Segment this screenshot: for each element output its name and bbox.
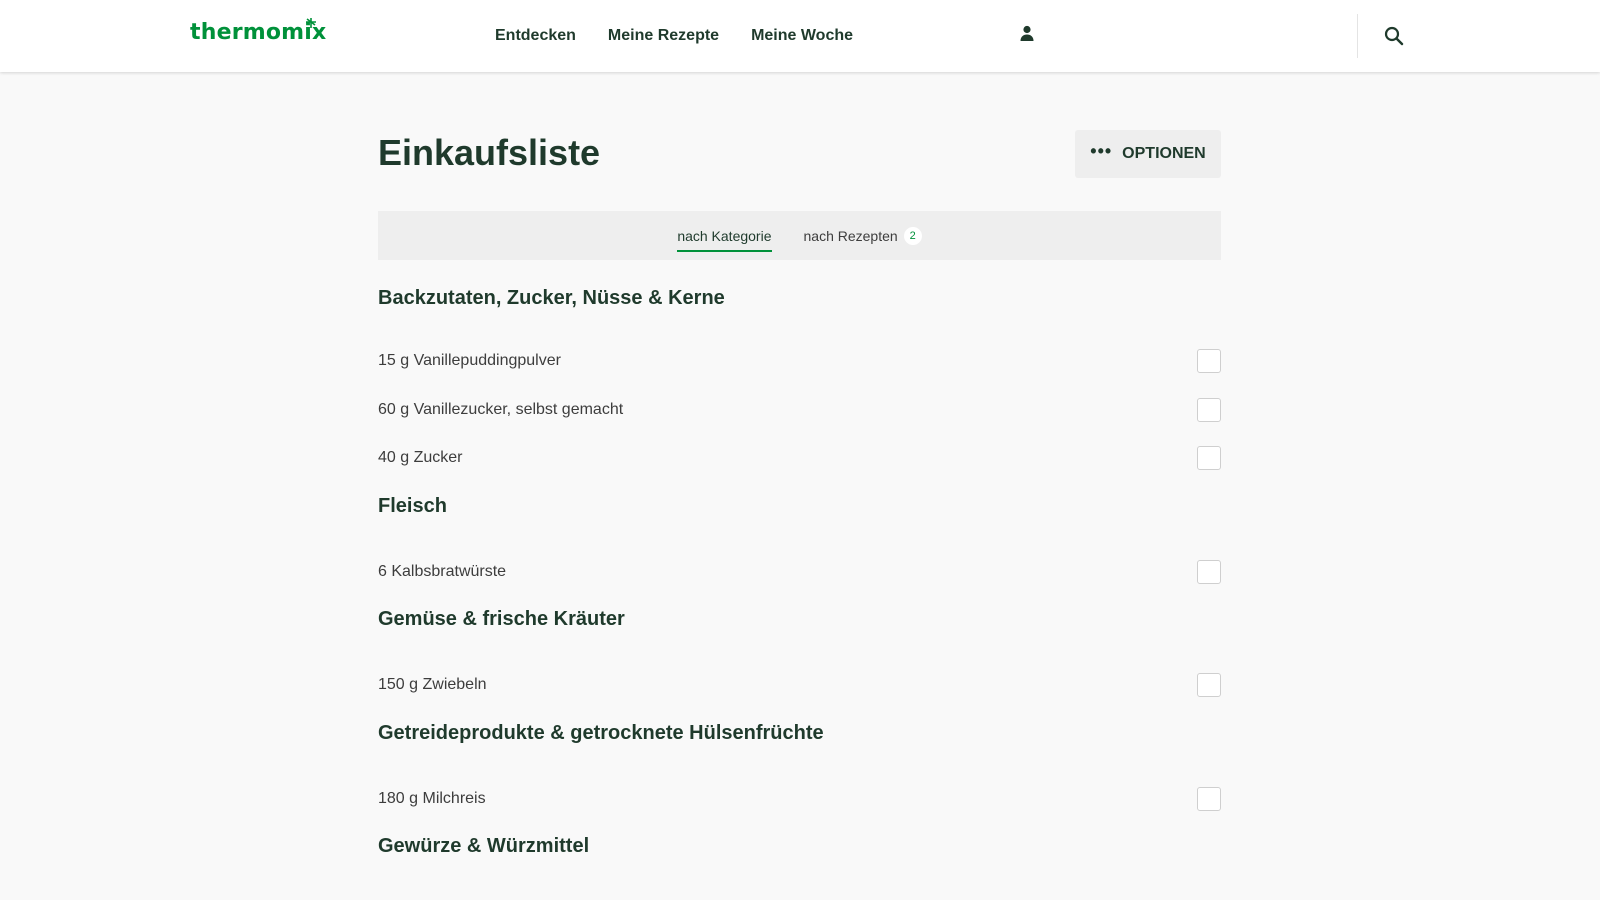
item-text: 60 g Vanillezucker, selbst gemacht — [378, 400, 624, 418]
list-item: 15 g Vanillepuddingpulver — [378, 337, 1221, 386]
nav-item-meine-woche[interactable]: Meine Woche — [751, 27, 853, 45]
tab-label: nach Rezepten — [803, 227, 898, 244]
header-divider — [1357, 14, 1358, 58]
view-tabs: nach Kategorie nach Rezepten 2 — [378, 211, 1221, 260]
recipe-count-badge: 2 — [903, 226, 922, 245]
list-item: 40 g Zucker — [378, 434, 1221, 483]
nav-item-entdecken[interactable]: Entdecken — [495, 27, 576, 45]
category-title: Getreideprodukte & getrocknete Hülsenfrü… — [378, 721, 824, 744]
category-title: Backzutaten, Zucker, Nüsse & Kerne — [378, 287, 725, 309]
list-item: 6 Kalbsbratwürste — [378, 548, 1221, 597]
more-dots-icon: ••• — [1090, 141, 1113, 161]
item-checkbox[interactable] — [1197, 349, 1221, 374]
tab-nach-kategorie[interactable]: nach Kategorie — [677, 222, 772, 252]
nav-item-meine-rezepte[interactable]: Meine Rezepte — [608, 27, 719, 45]
tab-nach-rezepten[interactable]: nach Rezepten 2 — [804, 221, 922, 251]
category-title: Fleisch — [378, 494, 447, 517]
item-text: 6 Kalbsbratwürste — [378, 562, 507, 580]
item-checkbox[interactable] — [1197, 673, 1221, 698]
options-button[interactable]: ••• OPTIONEN — [1075, 130, 1221, 178]
logo-sprig-icon — [306, 18, 316, 28]
list-item: 180 g Milchreis — [378, 775, 1221, 824]
main-nav: Entdecken Meine Rezepte Meine Woche — [495, 0, 853, 72]
category-title: Gemüse & frische Kräuter — [378, 608, 625, 630]
item-text: 150 g Zwiebeln — [378, 676, 487, 694]
list-item: 150 g Zwiebeln — [378, 661, 1221, 710]
shopping-list: Backzutaten, Zucker, Nüsse & Kerne 15 g … — [378, 260, 1221, 888]
user-icon[interactable] — [1015, 22, 1039, 46]
category-group: Gemüse & frische Kräuter 150 g Zwiebeln — [378, 596, 1221, 710]
tab-label: nach Kategorie — [677, 227, 772, 244]
search-icon[interactable] — [1382, 24, 1406, 48]
top-navigation-bar: thermomix Entdecken Meine Rezepte Meine … — [0, 0, 1600, 72]
options-label: OPTIONEN — [1122, 145, 1206, 162]
list-item: 60 g Vanillezucker, selbst gemacht — [378, 386, 1221, 435]
item-checkbox[interactable] — [1197, 786, 1221, 811]
page-title: Einkaufsliste — [378, 132, 601, 173]
category-group: Backzutaten, Zucker, Nüsse & Kerne 15 g … — [378, 260, 1221, 483]
category-group: Fleisch 6 Kalbsbratwürste — [378, 483, 1221, 597]
item-checkbox[interactable] — [1197, 397, 1221, 422]
thermomix-logo[interactable]: thermomix — [190, 18, 326, 45]
category-group: Gewürze & Würzmittel — [378, 823, 1221, 888]
item-text: 180 g Milchreis — [378, 789, 486, 807]
item-text: 15 g Vanillepuddingpulver — [378, 352, 561, 370]
item-checkbox[interactable] — [1197, 446, 1221, 471]
category-title: Gewürze & Würzmittel — [378, 835, 590, 857]
category-group: Getreideprodukte & getrocknete Hülsenfrü… — [378, 710, 1221, 824]
item-text: 40 g Zucker — [378, 449, 463, 467]
item-checkbox[interactable] — [1197, 559, 1221, 584]
